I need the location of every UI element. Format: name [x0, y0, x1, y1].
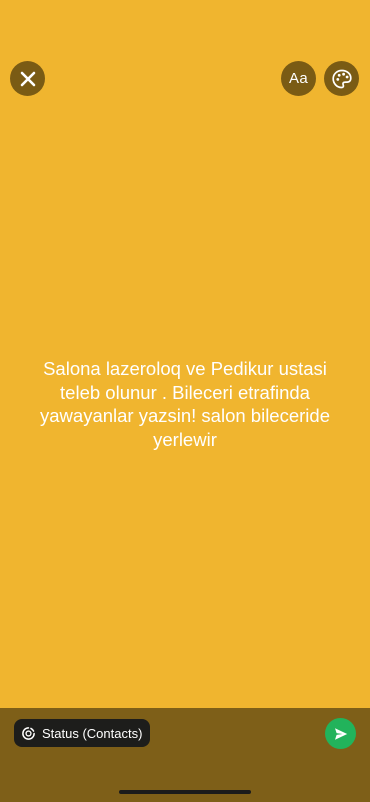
status-canvas: Aa Salona lazeroloq ve Pedikur ustasi te… [0, 0, 370, 708]
close-button[interactable] [10, 61, 45, 96]
font-style-button[interactable]: Aa [281, 61, 316, 96]
home-indicator [119, 790, 251, 794]
palette-icon [331, 69, 352, 88]
background-color-button[interactable] [324, 61, 359, 96]
font-style-label: Aa [289, 70, 308, 87]
status-audience-selector[interactable]: Status (Contacts) [14, 719, 151, 747]
status-audience-label: Status (Contacts) [42, 725, 143, 741]
bottom-bar: Status (Contacts) [0, 708, 370, 802]
status-text[interactable]: Salona lazeroloq ve Pedikur ustasi teleb… [18, 357, 352, 451]
close-icon [20, 71, 35, 86]
send-icon [334, 727, 347, 740]
status-ring-icon [22, 726, 35, 740]
send-button[interactable] [325, 718, 356, 749]
